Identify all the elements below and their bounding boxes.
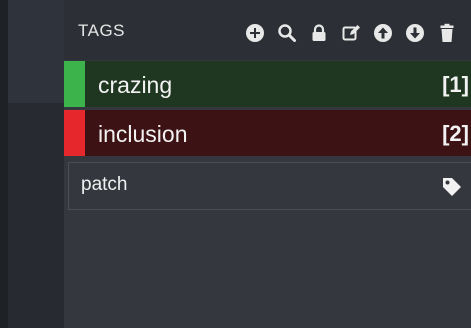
tag-icon[interactable] xyxy=(441,176,463,198)
new-tag-input[interactable]: patch xyxy=(81,174,127,196)
lock-tag-button[interactable] xyxy=(307,21,331,45)
search-tag-button[interactable] xyxy=(275,21,299,45)
tag-row-crazing[interactable]: crazing [1] xyxy=(64,61,471,107)
move-down-icon xyxy=(406,24,424,42)
app-window: TAGS crazing [1] inclusion [2] patch xyxy=(0,0,471,328)
move-down-button[interactable] xyxy=(403,21,427,45)
new-tag-input-row[interactable]: patch xyxy=(68,162,471,210)
tags-panel: TAGS crazing [1] inclusion [2] patch xyxy=(64,0,471,328)
lock-icon xyxy=(312,24,326,41)
add-tag-button[interactable] xyxy=(243,21,267,45)
tag-label: inclusion xyxy=(98,121,188,147)
tag-count: [2] xyxy=(442,121,469,146)
tag-color-swatch[interactable] xyxy=(64,61,85,107)
edit-icon xyxy=(342,25,360,41)
delete-icon xyxy=(440,23,454,42)
tags-toolbar xyxy=(243,21,459,45)
tag-color-swatch[interactable] xyxy=(64,110,85,156)
add-icon xyxy=(246,24,264,42)
search-icon xyxy=(278,24,296,42)
sidebar-edge xyxy=(0,0,8,328)
left-sidebar xyxy=(0,0,64,328)
tags-panel-header: TAGS xyxy=(64,0,471,60)
sidebar-lower-section xyxy=(8,103,64,328)
sidebar-upper-section xyxy=(8,0,64,103)
tag-label: crazing xyxy=(98,72,173,98)
move-up-button[interactable] xyxy=(371,21,395,45)
move-up-icon xyxy=(374,24,392,42)
tag-row-inclusion[interactable]: inclusion [2] xyxy=(64,110,471,156)
tag-count: [1] xyxy=(442,72,469,97)
panel-title: TAGS xyxy=(78,21,126,40)
delete-tag-button[interactable] xyxy=(435,21,459,45)
edit-tag-button[interactable] xyxy=(339,21,363,45)
